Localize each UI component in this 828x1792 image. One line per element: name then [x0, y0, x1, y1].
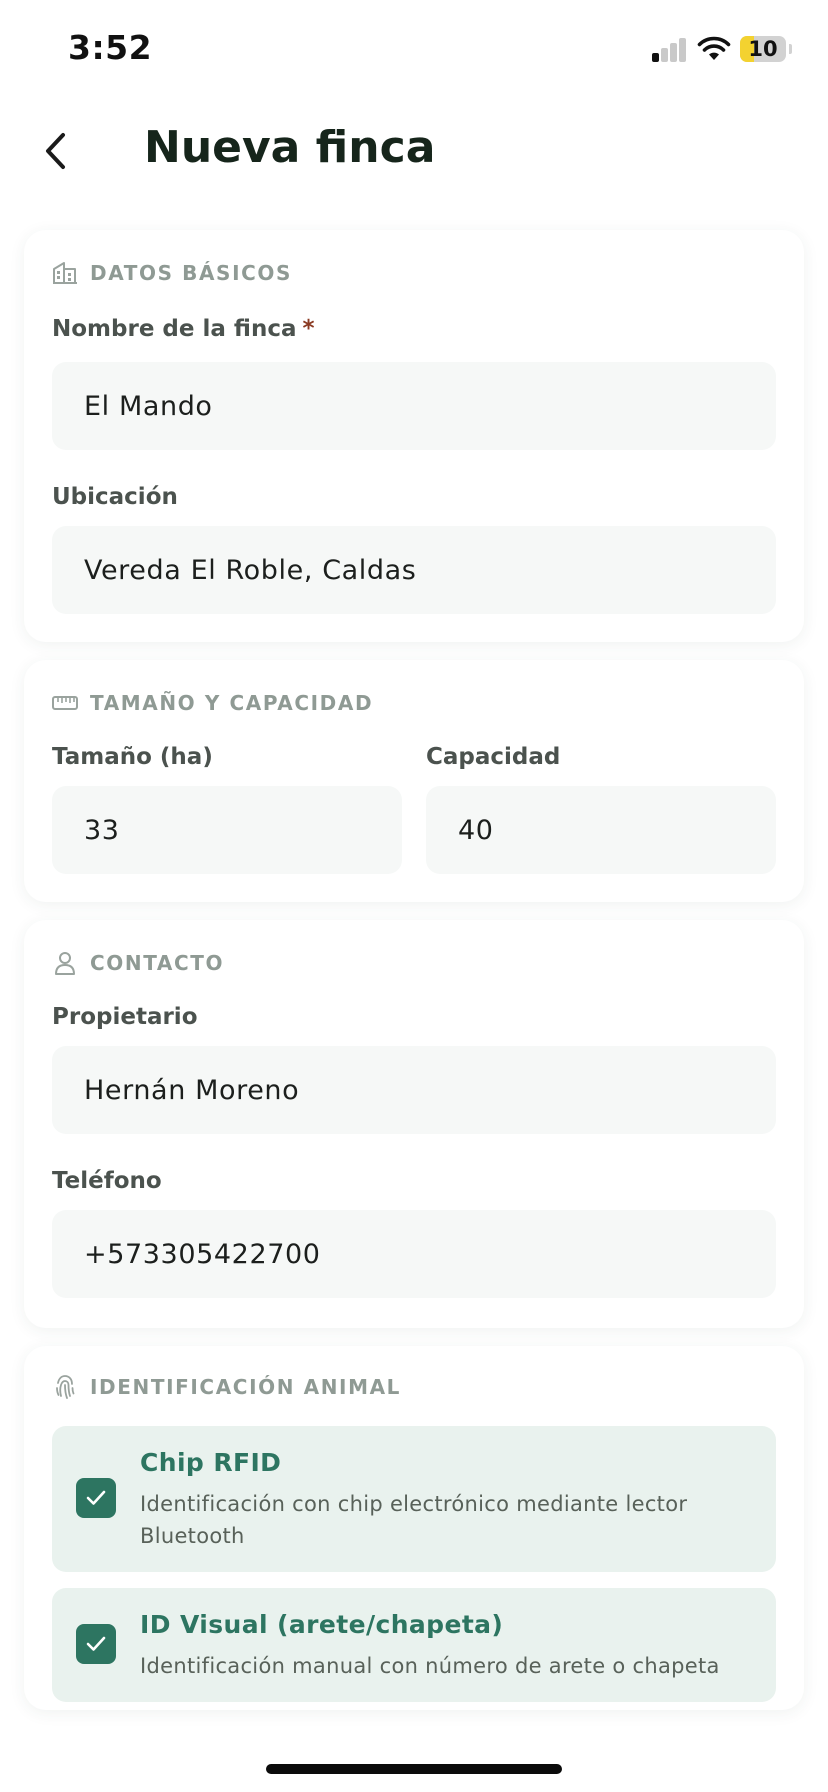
ruler-icon [52, 690, 78, 716]
size-capacity-card: TAMAÑO Y CAPACIDAD Tamaño (ha) Capacidad [24, 660, 804, 902]
option-rfid-chip[interactable]: Chip RFID Identificación con chip electr… [52, 1426, 776, 1572]
capacity-label: Capacidad [426, 744, 561, 770]
person-icon [52, 950, 78, 976]
contact-card: CONTACTO Propietario Teléfono [24, 920, 804, 1328]
farm-name-label: Nombre de la finca * [52, 316, 315, 342]
battery-icon: 10 [740, 36, 786, 62]
status-time: 3:52 [68, 28, 153, 67]
battery-tip [789, 44, 792, 54]
basic-data-card: DATOS BÁSICOS Nombre de la finca* Ubicac… [24, 230, 804, 642]
back-button[interactable] [30, 120, 82, 182]
rfid-description: Identificación con chip electrónico medi… [140, 1492, 688, 1548]
check-icon [86, 1636, 106, 1651]
phone-input[interactable] [52, 1210, 776, 1298]
visual-id-title: ID Visual (arete/chapeta) [140, 1610, 504, 1639]
home-indicator [266, 1764, 562, 1774]
size-capacity-title: TAMAÑO Y CAPACIDAD [90, 691, 374, 715]
capacity-input[interactable] [426, 786, 776, 874]
required-mark: * [302, 316, 315, 342]
chevron-left-icon [46, 133, 65, 169]
location-label: Ubicación [52, 484, 178, 510]
identification-card: IDENTIFICACIÓN ANIMAL Chip RFID Identifi… [24, 1346, 804, 1710]
size-label: Tamaño (ha) [52, 744, 213, 770]
contact-title: CONTACTO [90, 951, 225, 975]
battery-level: 10 [748, 37, 778, 61]
basic-data-title: DATOS BÁSICOS [90, 261, 292, 285]
building-icon [52, 260, 78, 286]
wifi-icon [697, 36, 731, 60]
owner-label: Propietario [52, 1004, 198, 1030]
basic-data-header: DATOS BÁSICOS [52, 260, 292, 286]
identification-header: IDENTIFICACIÓN ANIMAL [52, 1374, 401, 1400]
cellular-signal-icon [652, 38, 688, 62]
farm-name-input[interactable] [52, 362, 776, 450]
size-capacity-header: TAMAÑO Y CAPACIDAD [52, 690, 373, 716]
contact-header: CONTACTO [52, 950, 224, 976]
check-icon [86, 1490, 106, 1505]
rfid-title: Chip RFID [140, 1448, 282, 1477]
location-input[interactable] [52, 526, 776, 614]
phone-label: Teléfono [52, 1168, 162, 1194]
page-title: Nueva finca [144, 122, 436, 173]
visual-id-checkbox[interactable] [76, 1624, 116, 1664]
rfid-checkbox[interactable] [76, 1478, 116, 1518]
owner-input[interactable] [52, 1046, 776, 1134]
status-bar: 3:52 10 [0, 0, 828, 100]
option-visual-id[interactable]: ID Visual (arete/chapeta) Identificación… [52, 1588, 776, 1702]
size-input[interactable] [52, 786, 402, 874]
fingerprint-icon [52, 1374, 78, 1400]
farm-name-label-text: Nombre de la finca [52, 316, 297, 342]
identification-title: IDENTIFICACIÓN ANIMAL [90, 1375, 401, 1399]
visual-id-description: Identificación manual con número de aret… [140, 1654, 720, 1678]
